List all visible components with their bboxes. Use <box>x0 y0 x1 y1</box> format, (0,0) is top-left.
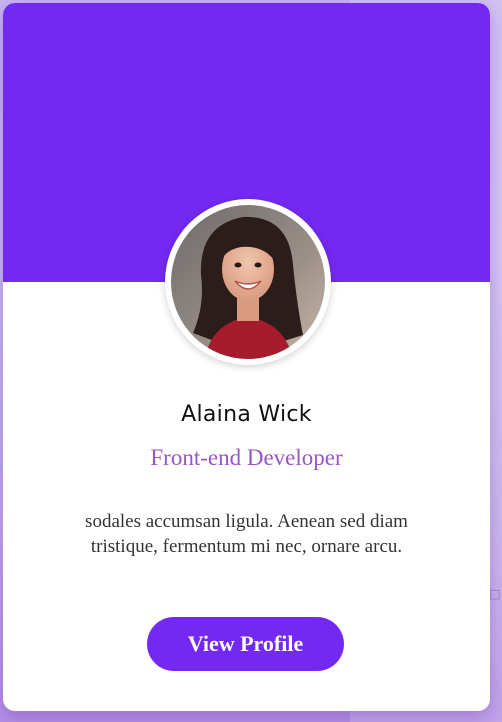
view-profile-button[interactable]: View Profile <box>147 617 344 671</box>
profile-bio: sodales accumsan ligula. Aenean sed diam… <box>85 511 408 557</box>
profile-card: Alaina Wick Front-end Developer sodales … <box>3 3 490 711</box>
background-card-edge: ▫ <box>488 581 502 605</box>
profile-photo-icon <box>171 205 325 359</box>
profile-name: Alaina Wick <box>181 402 312 427</box>
profile-role: Front-end Developer <box>150 445 343 470</box>
avatar <box>165 199 331 365</box>
